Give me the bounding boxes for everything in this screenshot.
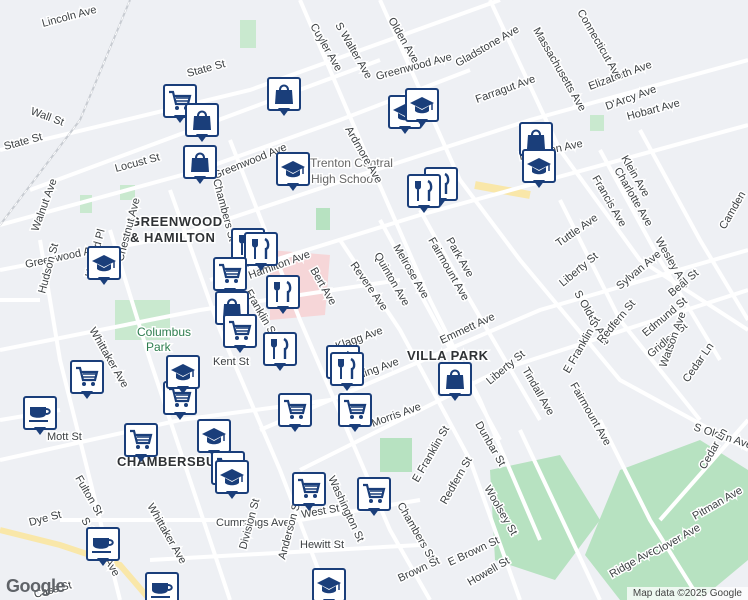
cafe-marker[interactable] xyxy=(86,527,120,567)
area-label: GREENWOOD xyxy=(130,214,223,229)
school-icon xyxy=(220,469,244,486)
food-marker[interactable] xyxy=(407,174,441,214)
cart-icon xyxy=(344,399,367,419)
bag-icon xyxy=(275,84,293,104)
cafe-marker[interactable] xyxy=(145,572,179,600)
cart-marker[interactable] xyxy=(223,314,257,354)
cart-icon xyxy=(298,478,321,498)
food-icon xyxy=(415,179,433,201)
food-icon xyxy=(271,337,289,359)
bag-icon xyxy=(193,110,211,130)
school-marker[interactable] xyxy=(276,152,310,192)
cart-icon xyxy=(284,399,307,419)
school-icon xyxy=(171,364,195,381)
bag-icon xyxy=(446,369,464,389)
cart-marker[interactable] xyxy=(70,360,104,400)
park-label: Park xyxy=(146,340,172,354)
school-marker[interactable] xyxy=(87,246,121,286)
cart-marker[interactable] xyxy=(124,423,158,463)
cart-marker[interactable] xyxy=(278,393,312,433)
area-label: & HAMILTON xyxy=(130,230,215,245)
food-icon xyxy=(338,357,356,379)
school-marker[interactable] xyxy=(215,460,249,500)
cart-icon xyxy=(130,429,153,449)
cart-icon xyxy=(229,320,252,340)
poi-label: High School xyxy=(311,172,376,186)
bag-icon xyxy=(191,152,209,172)
food-icon xyxy=(274,280,292,302)
bag-marker[interactable] xyxy=(185,103,219,143)
school-icon xyxy=(527,158,551,175)
cart-icon xyxy=(363,483,386,503)
bag-marker[interactable] xyxy=(438,362,472,402)
food-marker[interactable] xyxy=(266,275,300,315)
bag-marker[interactable] xyxy=(183,145,217,185)
cart-icon xyxy=(219,263,242,283)
school-marker[interactable] xyxy=(405,88,439,128)
map-attribution: Map data ©2025 Google xyxy=(626,587,748,600)
school-icon xyxy=(92,255,116,272)
poi-label: Trenton Central xyxy=(310,156,393,170)
street-label: Kent St xyxy=(213,356,249,368)
street-label: Hewitt St xyxy=(300,539,344,551)
food-marker[interactable] xyxy=(244,232,278,272)
school-icon xyxy=(202,428,226,445)
cafe-marker[interactable] xyxy=(23,396,57,436)
cart-icon xyxy=(76,366,99,386)
map-view[interactable]: GREENWOOD & HAMILTON VILLA PARK CHAMBERS… xyxy=(0,0,748,600)
google-logo: Google xyxy=(6,576,66,596)
school-marker[interactable] xyxy=(166,355,200,395)
cart-marker[interactable] xyxy=(357,477,391,517)
area-label: VILLA PARK xyxy=(407,348,489,363)
school-icon xyxy=(281,161,305,178)
cart-marker[interactable] xyxy=(338,393,372,433)
bag-marker[interactable] xyxy=(267,77,301,117)
food-icon xyxy=(252,237,270,259)
school-marker[interactable] xyxy=(522,149,556,189)
cafe-icon xyxy=(92,538,114,553)
school-icon xyxy=(410,97,434,114)
food-marker[interactable] xyxy=(263,332,297,372)
park-label: Columbus xyxy=(137,325,191,339)
cafe-icon xyxy=(151,583,173,598)
cafe-icon xyxy=(29,407,51,422)
food-marker[interactable] xyxy=(330,352,364,392)
cart-marker[interactable] xyxy=(292,472,326,512)
school-marker[interactable] xyxy=(312,568,346,600)
school-icon xyxy=(317,577,341,594)
